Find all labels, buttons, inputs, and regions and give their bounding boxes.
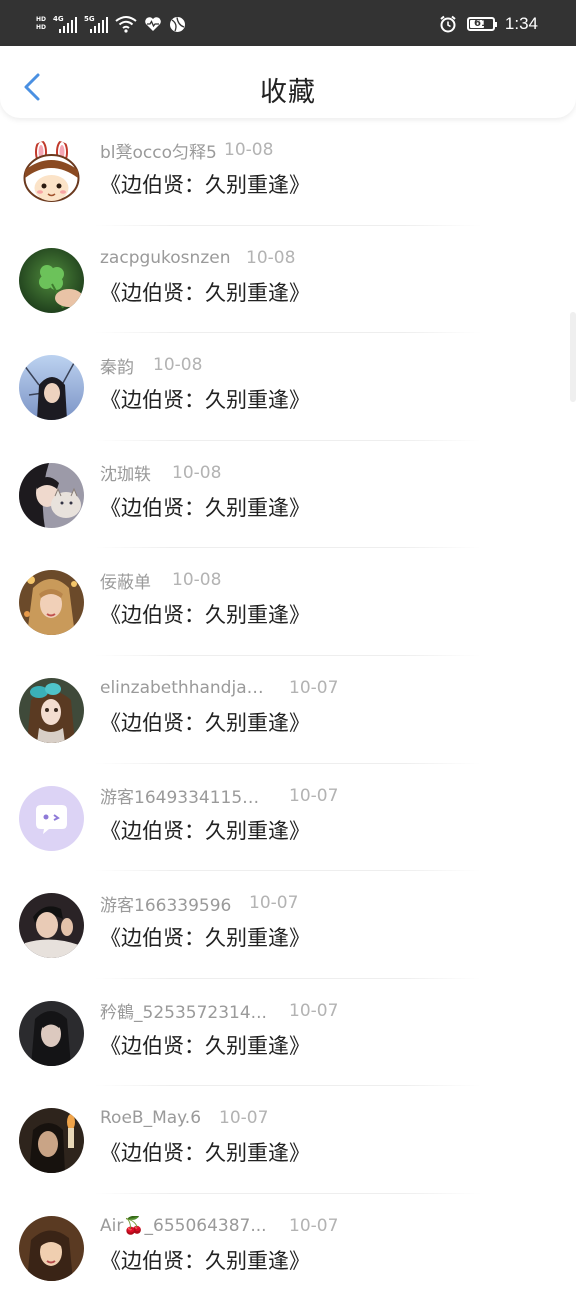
work-title[interactable]: 《边伯贤：久别重逢》: [100, 277, 310, 307]
username[interactable]: 佞蔽单: [100, 568, 151, 593]
avatar[interactable]: [19, 247, 84, 313]
avatar[interactable]: [19, 785, 84, 851]
alarm-icon: [440, 15, 456, 33]
scrollbar[interactable]: [570, 312, 576, 402]
list-item[interactable]: 沈珈轶 10-08 《边伯贤：久别重逢》: [0, 441, 576, 549]
username[interactable]: 秦韵: [100, 353, 134, 378]
item-meta: 沈珈轶 10-08: [100, 460, 221, 486]
item-meta: 游客16493341154... 10-07: [100, 783, 338, 809]
top-nav-bar: 收藏: [0, 46, 576, 118]
list-item[interactable]: Air🍒_655064387... 10-07 《边伯贤：久别重逢》: [0, 1194, 576, 1302]
work-title[interactable]: 《边伯贤：久别重逢》: [100, 922, 310, 952]
heart-health-icon: [145, 17, 161, 31]
username[interactable]: 矜鶴_5253572314...: [100, 998, 267, 1023]
item-meta: 佞蔽单 10-08: [100, 568, 221, 593]
list-item[interactable]: 游客16493341154... 10-07 《边伯贤：久别重逢》: [0, 764, 576, 872]
date: 10-08: [153, 355, 203, 376]
date: 10-08: [172, 570, 222, 591]
signal-4g-icon: 4G: [53, 15, 78, 33]
date: 10-07: [289, 1215, 339, 1236]
avatar[interactable]: [19, 1000, 84, 1066]
list-item[interactable]: elinzabethhandjam... 10-07 《边伯贤：久别重逢》: [0, 656, 576, 764]
username[interactable]: zacpgukosnzen: [100, 248, 230, 268]
item-meta: bl凳occo匀释5 10-08: [100, 138, 273, 163]
date: 10-07: [289, 1000, 339, 1021]
clock: 1:34: [504, 14, 538, 33]
avatar[interactable]: [19, 1108, 84, 1174]
username[interactable]: 沈珈轶: [100, 460, 151, 485]
list-item[interactable]: zacpgukosnzen 10-08 《边伯贤：久别重逢》: [0, 226, 576, 334]
work-title[interactable]: 《边伯贤：久别重逢》: [100, 169, 310, 199]
avatar[interactable]: [19, 893, 84, 959]
item-meta: RoeB_May.6 10-07: [100, 1106, 268, 1130]
status-bar: HD HD 4G 5G 61 1:34: [0, 0, 576, 46]
avatar[interactable]: [19, 140, 84, 205]
username[interactable]: RoeB_May.6: [100, 1108, 201, 1128]
username[interactable]: 游客166339596: [100, 891, 231, 916]
item-meta: zacpgukosnzen 10-08: [100, 246, 295, 270]
avatar[interactable]: [19, 355, 84, 421]
hd-icon: HD HD: [36, 16, 47, 31]
list-item[interactable]: RoeB_May.6 10-07 《边伯贤：久别重逢》: [0, 1086, 576, 1194]
item-meta: Air🍒_655064387... 10-07: [100, 1214, 338, 1238]
date: 10-08: [246, 247, 296, 268]
username[interactable]: elinzabethhandjam...: [100, 678, 268, 698]
page-title: 收藏: [260, 77, 316, 108]
list-item[interactable]: 秦韵 10-08 《边伯贤：久别重逢》: [0, 333, 576, 441]
username[interactable]: 游客16493341154...: [100, 783, 268, 808]
item-meta: 矜鶴_5253572314... 10-07: [100, 998, 338, 1024]
work-title[interactable]: 《边伯贤：久别重逢》: [100, 1137, 310, 1167]
work-title[interactable]: 《边伯贤：久别重逢》: [100, 599, 310, 629]
list-item[interactable]: bl凳occo匀释5 10-08 《边伯贤：久别重逢》: [0, 118, 576, 226]
list-item[interactable]: 佞蔽单 10-08 《边伯贤：久别重逢》: [0, 548, 576, 656]
username[interactable]: Air🍒_655064387...: [100, 1216, 267, 1236]
wifi-icon: [115, 16, 137, 33]
signal-5g-icon: 5G: [84, 15, 109, 33]
date: 10-08: [224, 140, 274, 160]
item-meta: elinzabethhandjam... 10-07: [100, 676, 338, 700]
date: 10-07: [219, 1108, 269, 1129]
favorites-list: bl凳occo匀释5 10-08 《边伯贤：久别重逢》 zacpgukosnze…: [0, 118, 576, 1302]
work-title[interactable]: 《边伯贤：久别重逢》: [100, 815, 310, 845]
date: 10-07: [289, 677, 339, 698]
work-title[interactable]: 《边伯贤：久别重逢》: [100, 1245, 310, 1275]
item-meta: 秦韵 10-08: [100, 353, 202, 378]
work-title[interactable]: 《边伯贤：久别重逢》: [100, 707, 310, 737]
avatar[interactable]: [19, 1215, 84, 1281]
avatar[interactable]: [19, 677, 84, 743]
date: 10-07: [289, 785, 339, 806]
avatar[interactable]: [19, 570, 84, 636]
work-title[interactable]: 《边伯贤：久别重逢》: [100, 1030, 310, 1060]
list-item[interactable]: 游客166339596 10-07 《边伯贤：久别重逢》: [0, 871, 576, 979]
work-title[interactable]: 《边伯贤：久别重逢》: [100, 384, 310, 414]
item-meta: 游客166339596 10-07: [100, 891, 298, 916]
date: 10-08: [172, 462, 222, 483]
list-item[interactable]: 矜鶴_5253572314... 10-07 《边伯贤：久别重逢》: [0, 979, 576, 1087]
battery-icon: 61: [466, 17, 497, 31]
work-title[interactable]: 《边伯贤：久别重逢》: [100, 492, 310, 522]
avatar[interactable]: [19, 462, 84, 528]
username[interactable]: bl凳occo匀释5: [100, 138, 217, 163]
ball-icon: [170, 16, 186, 32]
date: 10-07: [249, 893, 299, 914]
